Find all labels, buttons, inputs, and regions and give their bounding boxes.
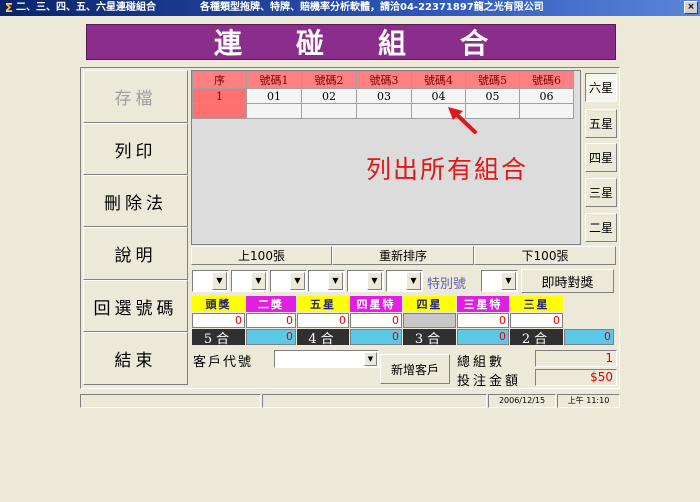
number-dropdown-5[interactable]: ▼: [347, 270, 384, 292]
table-cell: 03: [356, 88, 412, 104]
table-header-row: 序 號碼1 號碼2 號碼3 號碼4 號碼5 號碼6: [192, 71, 574, 89]
prize-value-second: 0: [246, 313, 296, 328]
chevron-down-icon[interactable]: ▼: [367, 272, 382, 290]
prev-100-button[interactable]: 上100張: [191, 246, 332, 265]
exit-button[interactable]: 結束: [83, 332, 188, 385]
star-4-button[interactable]: 四星: [585, 143, 617, 172]
star-2-button[interactable]: 二星: [585, 213, 617, 242]
prize-value-three-star: 0: [510, 313, 563, 328]
total-count-label: 總組數: [457, 355, 506, 370]
hit-label-3: 3合: [403, 329, 456, 347]
row-index: 1: [192, 88, 247, 104]
print-button[interactable]: 列印: [83, 123, 188, 175]
table-cell: 02: [301, 88, 357, 104]
star-3-button[interactable]: 三星: [585, 178, 617, 207]
banner-char: 合: [459, 27, 488, 60]
hit-value-2: 0: [564, 329, 614, 345]
prize-label-four-star-special: 四星特: [350, 296, 402, 312]
hit-value-3: 0: [457, 329, 509, 345]
header-number-6: 號碼6: [519, 71, 574, 89]
instant-check-button[interactable]: 即時對獎: [521, 269, 614, 293]
table-cell: 04: [411, 88, 466, 104]
prize-value-four-star: [403, 313, 456, 328]
prize-label-second: 二獎: [246, 296, 296, 312]
annotation-text: 列出所有組合: [366, 155, 529, 184]
number-dropdown-2[interactable]: ▼: [231, 270, 268, 292]
special-number-label: 特別號: [427, 277, 467, 292]
customer-code-dropdown[interactable]: ▼: [274, 350, 379, 368]
chevron-down-icon[interactable]: ▼: [406, 272, 421, 290]
prize-value-five-star: 0: [297, 313, 349, 328]
prize-value-three-star-special: 0: [457, 313, 509, 328]
close-button[interactable]: ×: [684, 1, 698, 14]
table-cell: [301, 103, 357, 119]
star-6-button[interactable]: 六星: [585, 73, 617, 102]
special-number-dropdown[interactable]: ▼: [481, 270, 518, 292]
window-subtitle: 各種類型拖牌、特牌、賠機率分析軟體，請洽04-22371897龍之光有限公司: [200, 2, 544, 13]
bet-amount-label: 投注金額: [457, 374, 522, 389]
customer-code-label: 客戶代號: [193, 355, 254, 370]
header-number-4: 號碼4: [411, 71, 466, 89]
table-cell: 01: [246, 88, 302, 104]
table-cell: 06: [519, 88, 574, 104]
table-cell: [246, 103, 302, 119]
status-panel-2: [262, 394, 487, 408]
banner-char: 組: [377, 27, 406, 60]
help-button[interactable]: 說明: [83, 227, 188, 280]
hit-label-2: 2合: [510, 329, 563, 347]
chevron-down-icon[interactable]: ▼: [290, 272, 305, 290]
header-index: 序: [192, 71, 247, 89]
prize-label-three-star: 三星: [510, 296, 563, 312]
hit-value-4: 0: [350, 329, 402, 345]
star-5-button[interactable]: 五星: [585, 109, 617, 138]
header-number-5: 號碼5: [465, 71, 520, 89]
table-cell: [519, 103, 574, 119]
number-dropdown-3[interactable]: ▼: [270, 270, 307, 292]
status-time: 上午 11:10: [557, 394, 620, 408]
status-date: 2006/12/15: [488, 394, 556, 408]
number-dropdown-6[interactable]: ▼: [386, 270, 423, 292]
app-icon: Σ: [4, 1, 14, 15]
table-cell: [356, 103, 412, 119]
hit-label-5: 5合: [192, 329, 245, 347]
reselect-numbers-button[interactable]: 回選號碼: [83, 280, 188, 332]
total-count-value: 1: [535, 350, 617, 367]
prize-label-three-star-special: 三星特: [457, 296, 509, 312]
combination-table: 序 號碼1 號碼2 號碼3 號碼4 號碼5 號碼6 1 01 02 03 04 …: [192, 71, 574, 119]
add-customer-button[interactable]: 新增客戶: [380, 354, 450, 384]
save-button[interactable]: 存檔: [83, 70, 188, 123]
chevron-down-icon[interactable]: ▼: [212, 272, 227, 290]
prize-label-first: 頭獎: [192, 296, 245, 312]
chevron-down-icon[interactable]: ▼: [364, 352, 377, 366]
chevron-down-icon[interactable]: ▼: [328, 272, 343, 290]
hit-label-4: 4合: [297, 329, 349, 347]
title-bar: Σ 二、三、四、五、六星連碰組合 各種類型拖牌、特牌、賠機率分析軟體，請洽04-…: [0, 0, 700, 16]
prize-value-four-star-special: 0: [350, 313, 402, 328]
next-100-button[interactable]: 下100張: [474, 246, 616, 265]
header-number-1: 號碼1: [246, 71, 302, 89]
table-row[interactable]: 1 01 02 03 04 05 06: [192, 88, 574, 104]
hit-value-5: 0: [246, 329, 296, 345]
chevron-down-icon[interactable]: ▼: [251, 272, 266, 290]
prize-label-five-star: 五星: [297, 296, 349, 312]
table-cell: 05: [465, 88, 520, 104]
bet-amount-value: $50: [535, 369, 617, 386]
window-title: 二、三、四、五、六星連碰組合: [16, 2, 156, 13]
banner-title: 連 碰 組 合: [86, 24, 616, 60]
row-index: [192, 103, 247, 119]
header-number-3: 號碼3: [356, 71, 412, 89]
arrow-icon: [448, 107, 477, 134]
status-panel-1: [80, 394, 261, 408]
banner-char: 連: [213, 27, 242, 60]
reorder-button[interactable]: 重新排序: [332, 246, 474, 265]
table-row-empty[interactable]: [192, 103, 574, 119]
header-number-2: 號碼2: [301, 71, 357, 89]
banner-char: 碰: [295, 27, 324, 60]
number-dropdown-1[interactable]: ▼: [192, 270, 229, 292]
chevron-down-icon[interactable]: ▼: [501, 272, 516, 290]
delete-method-button[interactable]: 刪除法: [83, 175, 188, 227]
number-dropdown-4[interactable]: ▼: [308, 270, 345, 292]
prize-label-four-star: 四星: [403, 296, 456, 312]
prize-value-first: 0: [192, 313, 245, 328]
